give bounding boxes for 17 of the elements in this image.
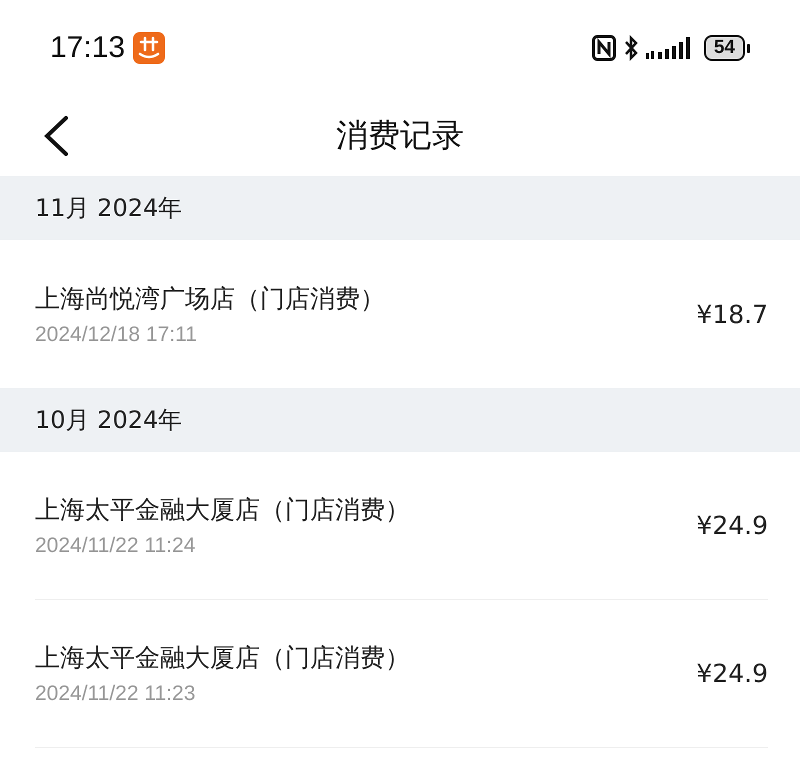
amount: ¥24.9 [696,659,768,688]
store-name: 上海太平金融大厦店（门店消费） [35,494,410,526]
app-icon [133,32,166,64]
month-header: 10月 2024年 [0,388,800,452]
status-time: 17:13 [50,31,126,65]
nfc-icon [592,35,616,61]
amount: ¥24.9 [696,511,768,540]
month-header: 11月 2024年 [0,176,800,240]
record-time: 2024/11/22 11:24 [35,534,196,558]
bluetooth-icon [624,35,638,61]
store-name: 上海太平金融大厦店（门店消费） [35,642,410,674]
back-icon[interactable] [42,115,70,157]
record-time: 2024/12/18 17:11 [35,322,198,346]
store-name: 上海尚悦湾广场店（门店消费） [35,282,385,314]
amount: ¥18.7 [696,300,768,328]
record-time: 2024/11/22 11:23 [35,682,196,706]
page-title: 消费记录 [336,116,464,154]
